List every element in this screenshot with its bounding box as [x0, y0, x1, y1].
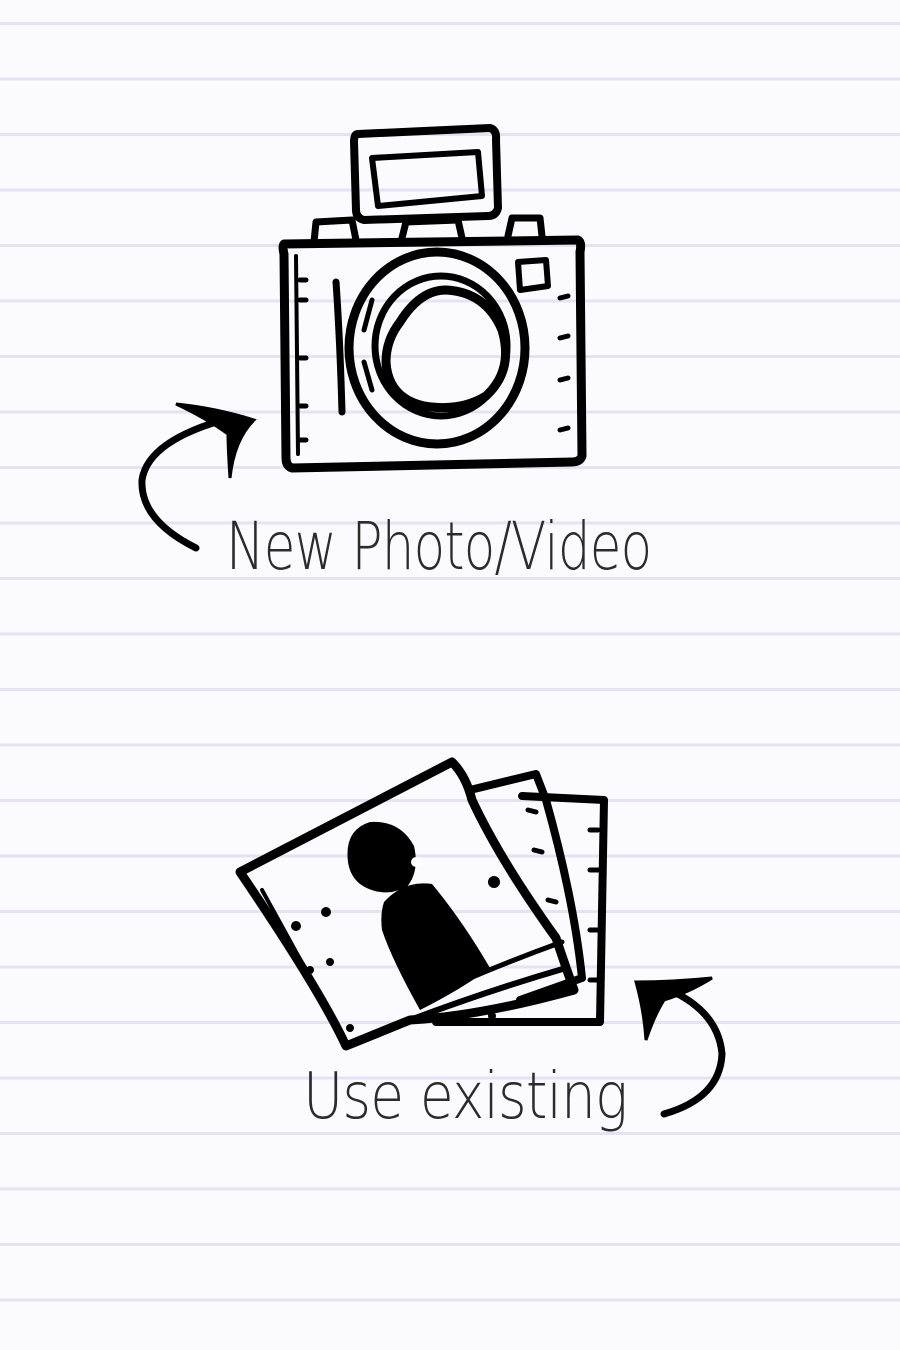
new-photo-video-option[interactable]: New Photo/Video	[0, 110, 900, 600]
use-existing-label: Use existing	[303, 1060, 628, 1134]
camera-icon	[138, 124, 587, 552]
use-existing-option[interactable]: Use existing	[0, 740, 900, 1180]
new-photo-video-label: New Photo/Video	[226, 508, 652, 585]
media-source-picker: New Photo/Video Use existing	[0, 0, 900, 1350]
